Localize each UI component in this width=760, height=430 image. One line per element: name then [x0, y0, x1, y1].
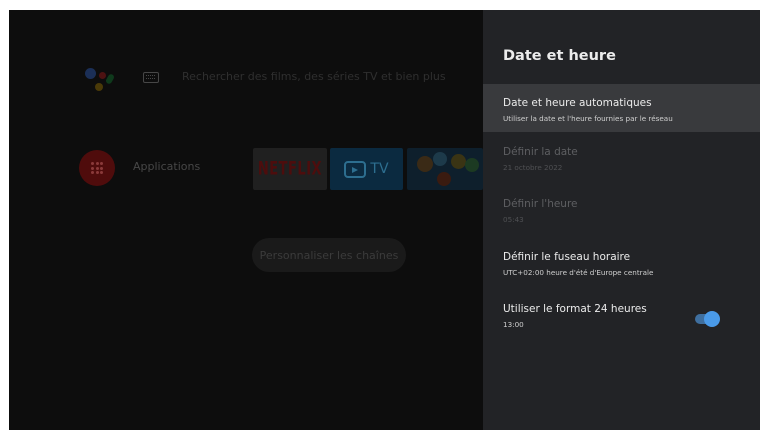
tv-screen: Rechercher des films, des séries TV et b…	[9, 10, 760, 430]
toggle-thumb	[704, 311, 720, 327]
row-subtitle: Utiliser la date et l'heure fournies par…	[503, 114, 673, 123]
row-title: Utiliser le format 24 heures	[503, 303, 647, 315]
row-title: Définir le fuseau horaire	[503, 251, 631, 263]
row-subtitle: 13:00	[503, 320, 524, 329]
set-time-row[interactable]: Définir l'heure 05:43	[483, 198, 760, 238]
netflix-logo: NETFLIX	[257, 158, 323, 180]
google-assistant-icon[interactable]	[85, 66, 117, 96]
set-date-row[interactable]: Définir la date 21 octobre 2022	[483, 146, 760, 186]
date-time-settings-panel: Date et heure Date et heure automatiques…	[483, 10, 760, 430]
keyboard-icon[interactable]	[143, 72, 159, 83]
24-hour-format-row[interactable]: Utiliser le format 24 heures 13:00	[483, 303, 760, 343]
row-title: Date et heure automatiques	[503, 97, 652, 109]
tv-tile-label: TV	[370, 161, 389, 177]
panel-title: Date et heure	[503, 48, 616, 64]
apps-grid-icon[interactable]	[79, 150, 115, 186]
row-title: Définir l'heure	[503, 198, 578, 210]
search-hint[interactable]: Rechercher des films, des séries TV et b…	[182, 70, 446, 83]
row-subtitle: 21 octobre 2022	[503, 163, 563, 172]
row-subtitle: UTC+02:00 heure d'été d'Europe centrale	[503, 268, 654, 277]
kids-app-tile[interactable]	[407, 148, 483, 190]
row-subtitle: 05:43	[503, 215, 524, 224]
time-zone-row[interactable]: Définir le fuseau horaire UTC+02:00 heur…	[483, 251, 760, 291]
home-screen-dimmed: Rechercher des films, des séries TV et b…	[9, 10, 483, 430]
live-tv-tile[interactable]: TV	[330, 148, 403, 190]
netflix-tile[interactable]: NETFLIX	[253, 148, 327, 190]
row-title: Définir la date	[503, 146, 578, 158]
apps-label[interactable]: Applications	[133, 160, 200, 173]
24-hour-format-toggle[interactable]	[694, 311, 720, 327]
live-tv-icon	[344, 160, 367, 178]
kids-app-icon	[417, 156, 433, 172]
customize-channels-button[interactable]: Personnaliser les chaînes	[252, 238, 406, 272]
auto-date-time-row[interactable]: Date et heure automatiques Utiliser la d…	[483, 84, 760, 132]
